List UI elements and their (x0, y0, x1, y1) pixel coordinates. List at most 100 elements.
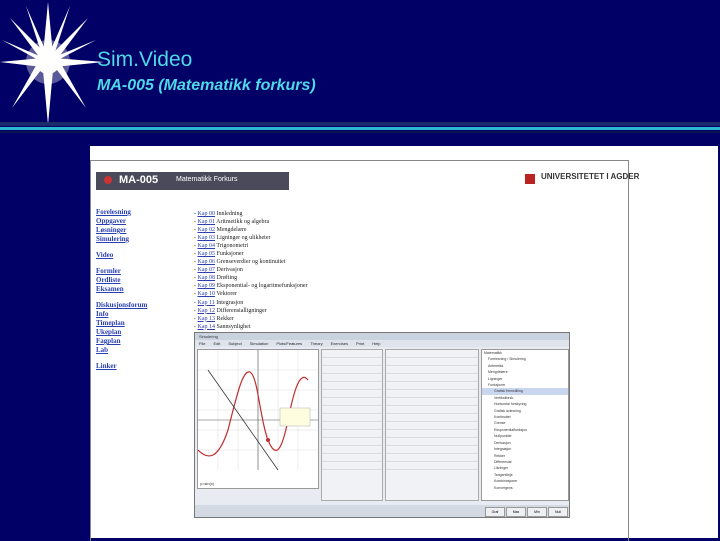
chapter-link[interactable]: Kap 06 (198, 259, 216, 265)
chapter-title: Eksponential- og logaritmefunksjoner (215, 283, 308, 290)
app-menu-item[interactable]: Help (372, 341, 380, 346)
chapter-item: - Kap 12 Differensialligninger (194, 307, 267, 314)
chapter-link[interactable]: Kap 04 (198, 243, 216, 249)
chapter-list: - Kap 00 Innledning - Kap 01 Aritmetikk o… (194, 210, 374, 331)
app-menu-item[interactable]: Edit (213, 341, 220, 346)
plot-label: y=sin(x) (200, 481, 215, 486)
chapter-title: Trigonometri (215, 243, 249, 250)
nav-link[interactable]: Timeplan (96, 319, 176, 328)
chapter-item: - Kap 13 Rekker (194, 315, 234, 322)
chapter-link[interactable]: Kap 07 (198, 267, 216, 273)
chapter-item: - Kap 11 Integrasjon (194, 299, 244, 306)
status-button[interactable]: Min (527, 507, 547, 517)
nav-link[interactable]: Oppgaver (96, 217, 176, 226)
chapter-item: - Kap 10 Vektorer (194, 291, 238, 298)
nav-link[interactable]: Linker (96, 362, 176, 371)
topic-tree[interactable]: Matematikk Forelesning / Simulering Aritme… (481, 349, 569, 501)
accent-rule (0, 127, 720, 130)
chapter-link[interactable]: Kap 00 (198, 211, 216, 217)
chapter-title: Sannsynlighet (215, 323, 251, 330)
chapter-title: Differensialligninger (215, 307, 267, 314)
app-menu-item[interactable]: Exercises (331, 341, 348, 346)
chapter-link[interactable]: Kap 11 (198, 300, 215, 306)
chapter-title: Vektorer (215, 291, 238, 298)
chapter-title: Derivasjon (215, 267, 243, 274)
status-button[interactable]: Max (506, 507, 526, 517)
chapter-title: Aritmetikk og algebra (215, 219, 270, 226)
left-navigation: Forelesning Oppgaver Løsninger Simulering Vi… (96, 208, 176, 371)
chapter-link[interactable]: Kap 10 (198, 291, 216, 297)
settings-panel-1[interactable] (321, 349, 383, 501)
chapter-link[interactable]: Kap 01 (198, 219, 216, 225)
nav-link[interactable]: Video (96, 251, 176, 260)
screenshot-panel: MA-005 Matematikk Forkurs UNIVERSITETET … (90, 146, 718, 541)
nav-link[interactable]: Simulering (96, 235, 176, 244)
chapter-item: - Kap 09 Eksponential- og logaritmefunks… (194, 283, 308, 290)
nav-link[interactable]: Diskusjonsforum (96, 301, 176, 310)
slide-subtitle: MA-005 (Matematikk forkurs) (97, 77, 316, 94)
university-label: UNIVERSITETET I AGDER (541, 172, 640, 181)
nav-link[interactable]: Lab (96, 346, 176, 355)
nav-link[interactable]: Fagplan (96, 337, 176, 346)
chapter-title: Mengdelære (215, 227, 247, 234)
chapter-link[interactable]: Kap 12 (198, 308, 216, 314)
app-statusbar: Graf Max Min Null (195, 505, 569, 517)
simulation-app-window: Simulering File Edit Subject Simulation Plot… (194, 332, 570, 518)
status-button[interactable]: Graf (485, 507, 505, 517)
chapter-item: - Kap 03 Ligninger og ulikheter (194, 235, 271, 242)
status-button[interactable]: Null (548, 507, 568, 517)
chapter-item: - Kap 05 Funksjoner (194, 251, 244, 258)
chapter-item: - Kap 14 Sannsynlighet (194, 323, 251, 330)
chapter-item: - Kap 02 Mengdelære (194, 227, 247, 234)
nav-link[interactable]: Eksamen (96, 285, 176, 294)
app-menu-item[interactable]: Theory (310, 341, 322, 346)
chapter-link[interactable]: Kap 05 (198, 251, 216, 257)
course-name: Matematikk Forkurs (176, 176, 238, 183)
chapter-title: Drøfting (215, 275, 238, 282)
app-titlebar: Simulering (195, 333, 569, 340)
slide-title: Sim.Video (97, 48, 193, 71)
course-header-bar: MA-005 Matematikk Forkurs (96, 172, 289, 190)
chapter-title: Innledning (215, 211, 243, 217)
chapter-link[interactable]: Kap 03 (198, 235, 216, 241)
nav-link[interactable]: Formler (96, 267, 176, 276)
chapter-link[interactable]: Kap 14 (198, 324, 216, 330)
chapter-item: - Kap 07 Derivasjon (194, 267, 243, 274)
chapter-item: - Kap 06 Grenseverdier og kontinuitet (194, 259, 286, 266)
tree-item[interactable]: Konvergens (482, 485, 568, 491)
chapter-title: Rekker (215, 315, 234, 322)
course-logo-icon (104, 176, 112, 184)
nav-link[interactable]: Løsninger (96, 226, 176, 235)
nav-link[interactable]: Forelesning (96, 208, 176, 217)
app-menu-item[interactable]: Subject (228, 341, 241, 346)
chapter-link[interactable]: Kap 09 (198, 283, 216, 289)
settings-panel-2[interactable] (385, 349, 479, 501)
nav-link[interactable]: Ukeplan (96, 328, 176, 337)
app-menu-item[interactable]: Simulation (250, 341, 269, 346)
divider-rule (0, 122, 720, 126)
chapter-link[interactable]: Kap 02 (198, 227, 216, 233)
chapter-title: Grenseverdier og kontinuitet (215, 259, 286, 266)
chapter-title: Funksjoner (215, 251, 244, 258)
graph-svg (197, 350, 318, 471)
chapter-item: - Kap 04 Trigonometri (194, 243, 249, 250)
chapter-title: Integrasjon (214, 299, 244, 306)
nav-link[interactable]: Info (96, 310, 176, 319)
chapter-item: - Kap 08 Drøfting (194, 275, 238, 282)
app-menu-item[interactable]: Print (356, 341, 364, 346)
chapter-link[interactable]: Kap 08 (198, 275, 216, 281)
chapter-item: - Kap 00 Innledning (194, 211, 243, 217)
graph-plot[interactable]: y=sin(x) (197, 349, 319, 489)
app-menu-item[interactable]: File (199, 341, 205, 346)
chapter-link[interactable]: Kap 13 (198, 316, 216, 322)
app-title: Simulering (199, 334, 218, 339)
nav-link[interactable]: Ordliste (96, 276, 176, 285)
university-name: UNIVERSITETET I AGDER (527, 172, 639, 181)
divider-rule-lower (0, 131, 720, 133)
chapter-title: Ligninger og ulikheter (215, 235, 271, 242)
app-menu-item[interactable]: Plots/Features (276, 341, 302, 346)
